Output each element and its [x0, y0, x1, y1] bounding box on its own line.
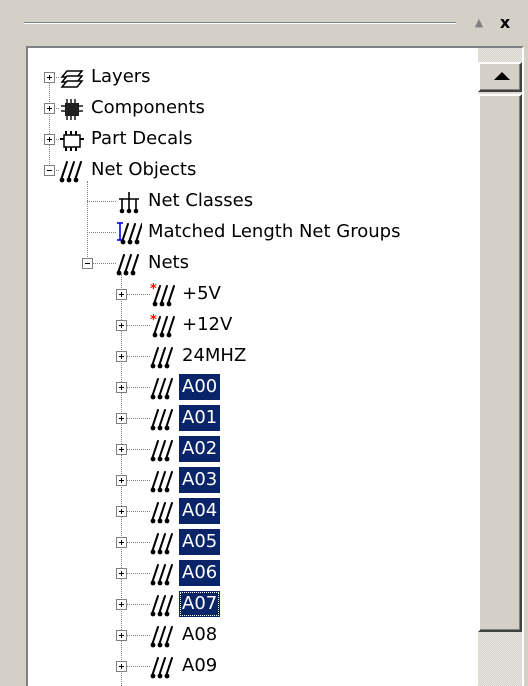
close-panel-button[interactable]: x	[494, 13, 516, 33]
expand-icon[interactable]	[116, 413, 127, 424]
project-tree[interactable]: Layers Components Part Decals Net Object…	[28, 48, 468, 686]
tree-connector	[87, 232, 116, 233]
tree-item-label[interactable]: Matched Length Net Groups	[145, 219, 403, 245]
collapse-icon[interactable]	[44, 165, 55, 176]
tree-item-label[interactable]: Nets	[145, 250, 192, 276]
net-icon	[150, 530, 176, 556]
tree-item-label[interactable]: A06	[179, 560, 221, 586]
maximize-panel-button[interactable]: ▲	[468, 13, 490, 33]
tree-item[interactable]: Matched Length Net Groups	[28, 217, 468, 248]
expand-icon[interactable]	[116, 537, 127, 548]
title-grip-line-highlight	[24, 23, 456, 24]
tree-item-label[interactable]: A03	[179, 467, 221, 493]
expand-icon[interactable]	[116, 630, 127, 641]
tree-item-label[interactable]: A07	[179, 591, 221, 617]
tree-item-label[interactable]: A02	[179, 436, 221, 462]
tree-item-label[interactable]: +5V	[179, 281, 224, 307]
net-icon	[116, 251, 142, 277]
tree-item[interactable]: * +12V	[28, 310, 468, 341]
tree-item-label[interactable]: Net Objects	[88, 157, 199, 183]
part-decal-icon	[59, 127, 85, 153]
tree-connector	[87, 201, 116, 202]
tree-item[interactable]: A08	[28, 620, 468, 651]
tree-item-label[interactable]: A01	[179, 405, 221, 431]
tree-item[interactable]: 24MHZ	[28, 341, 468, 372]
tree-item-label[interactable]: +12V	[179, 312, 235, 338]
tree-item[interactable]: Components	[28, 93, 468, 124]
net-icon	[150, 344, 176, 370]
tree-item[interactable]: A04	[28, 496, 468, 527]
collapse-icon[interactable]	[82, 258, 93, 269]
net-icon	[150, 468, 176, 494]
tree-item[interactable]: Net Classes	[28, 186, 468, 217]
tree-item[interactable]: A00	[28, 372, 468, 403]
expand-icon[interactable]	[116, 568, 127, 579]
tree-item-label[interactable]: Layers	[88, 64, 154, 90]
tree-item-label[interactable]: A08	[179, 622, 220, 648]
svg-text:*: *	[150, 313, 157, 328]
tree-item[interactable]: A02	[28, 434, 468, 465]
net-icon	[150, 654, 176, 680]
expand-icon[interactable]	[116, 475, 127, 486]
expand-icon[interactable]	[116, 599, 127, 610]
tree-item-label[interactable]: A04	[179, 498, 221, 524]
expand-icon[interactable]	[116, 382, 127, 393]
tree-item[interactable]: A09	[28, 651, 468, 682]
net-icon	[59, 158, 85, 184]
net-icon	[150, 375, 176, 401]
net-icon	[150, 623, 176, 649]
tree-item-label[interactable]: Components	[88, 95, 208, 121]
tree-item[interactable]: * +5V	[28, 279, 468, 310]
tree-item-label[interactable]: A00	[179, 374, 221, 400]
net-icon	[150, 406, 176, 432]
tree-item-label[interactable]: A05	[179, 529, 221, 555]
expand-icon[interactable]	[116, 506, 127, 517]
net-icon	[150, 561, 176, 587]
tree-item[interactable]: Net Objects	[28, 155, 468, 186]
tree-item-label[interactable]: Net Classes	[145, 188, 256, 214]
svg-text:*: *	[150, 282, 157, 297]
panel-title-bar: ▲ x	[0, 0, 528, 46]
expand-icon[interactable]	[116, 444, 127, 455]
tree-item[interactable]: A01	[28, 403, 468, 434]
expand-icon[interactable]	[44, 134, 55, 145]
expand-icon[interactable]	[116, 661, 127, 672]
expand-icon[interactable]	[44, 103, 55, 114]
expand-icon[interactable]	[116, 320, 127, 331]
arrow-up-icon	[494, 72, 510, 80]
tree-item-label[interactable]: 24MHZ	[179, 343, 249, 369]
tree-item[interactable]: A03	[28, 465, 468, 496]
power-net-icon: *	[150, 313, 176, 339]
net-icon	[150, 437, 176, 463]
tree-item[interactable]: Layers	[28, 62, 468, 93]
expand-icon[interactable]	[116, 289, 127, 300]
scroll-up-button[interactable]	[478, 62, 522, 92]
tree-item-label[interactable]: Part Decals	[88, 126, 196, 152]
tree-item[interactable]: Part Decals	[28, 124, 468, 155]
tree-item[interactable]: Nets	[28, 248, 468, 279]
tree-item-label[interactable]: A09	[179, 653, 220, 679]
tree-item[interactable]: A06	[28, 558, 468, 589]
tree-item[interactable]: A07	[28, 589, 468, 620]
net-class-icon	[116, 189, 142, 215]
expand-icon[interactable]	[116, 351, 127, 362]
net-icon	[150, 499, 176, 525]
vertical-scrollbar[interactable]	[478, 48, 522, 686]
layers-icon	[59, 65, 85, 91]
project-explorer-panel: Layers Components Part Decals Net Object…	[26, 46, 524, 686]
tree-item[interactable]: A05	[28, 527, 468, 558]
expand-icon[interactable]	[44, 72, 55, 83]
matched-length-icon	[116, 220, 142, 246]
power-net-icon: *	[150, 282, 176, 308]
scrollbar-thumb[interactable]	[478, 94, 522, 632]
component-chip-icon	[59, 96, 85, 122]
net-icon	[150, 592, 176, 618]
